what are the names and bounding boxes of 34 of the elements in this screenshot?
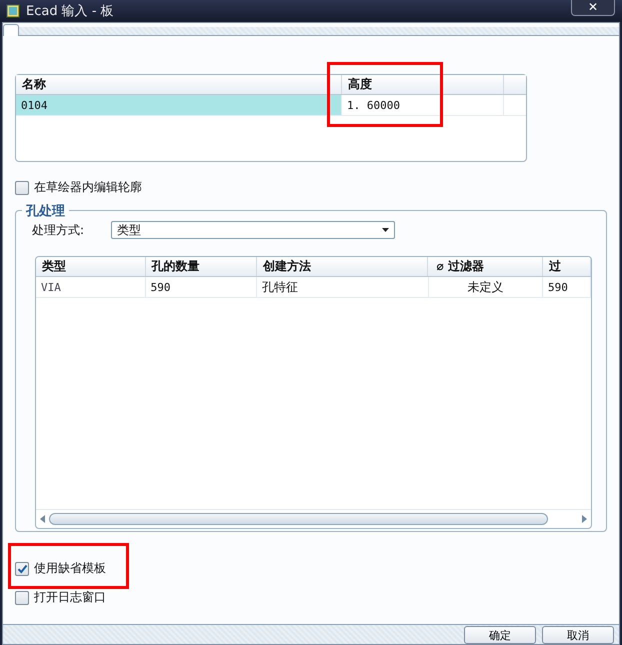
checkbox[interactable]	[15, 180, 29, 194]
scrollbar-thumb[interactable]	[49, 513, 548, 525]
table-cell[interactable]: 590	[146, 277, 258, 297]
close-button[interactable]: ✕	[571, 0, 615, 16]
scroll-left-icon[interactable]	[40, 515, 45, 523]
window-title: Ecad 输入 - 板	[26, 3, 114, 20]
column-header[interactable]: 孔的数量	[146, 257, 258, 276]
tab[interactable]	[3, 24, 19, 36]
column-header[interactable]: 高度	[342, 75, 504, 94]
group-title: 孔处理	[22, 202, 69, 220]
checkbox-label: 使用缺省模板	[34, 560, 106, 577]
check-icon	[16, 564, 28, 574]
field-label: 处理方式:	[32, 222, 86, 238]
app-icon	[6, 4, 20, 18]
table-cell[interactable]: VIA	[36, 277, 146, 297]
table-cell[interactable]: 590	[543, 277, 591, 297]
checkbox-label: 打开日志窗口	[34, 589, 106, 606]
dialog-button[interactable]: 确定	[464, 626, 536, 644]
checkbox-label: 在草绘器内编辑轮廓	[34, 179, 142, 196]
checkbox[interactable]	[15, 590, 29, 604]
column-header[interactable]: 类型	[36, 257, 146, 276]
table-cell[interactable]: 孔特征	[257, 277, 429, 297]
checkbox[interactable]	[15, 562, 29, 576]
dialog-button[interactable]: 取消	[542, 626, 614, 644]
table-cell[interactable]: 1. 60000	[342, 95, 504, 115]
column-header[interactable]: 创建方法	[257, 257, 428, 276]
method-dropdown[interactable]: 类型	[111, 221, 395, 239]
scroll-right-icon[interactable]	[582, 515, 587, 523]
table-cell[interactable]: 未定义	[428, 277, 543, 297]
column-header[interactable]: 名称	[16, 75, 342, 94]
caret-icon	[382, 228, 389, 232]
table-cell[interactable]: 0104	[16, 95, 342, 115]
column-header[interactable]: 过	[542, 257, 591, 276]
column-header[interactable]: ⌀ 过滤器	[428, 257, 543, 276]
